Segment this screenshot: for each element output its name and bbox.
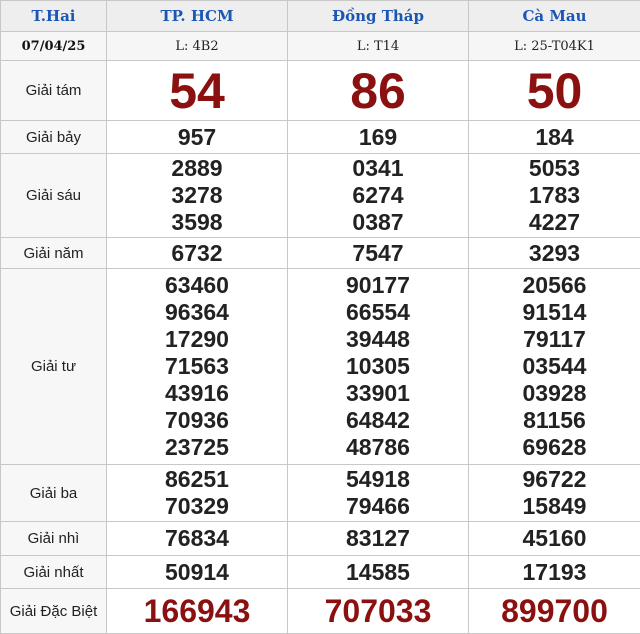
- prize-row-g3: Giải ba 86251 70329 54918 79466 96722 15…: [1, 465, 640, 522]
- prize-value: 76834: [107, 522, 288, 556]
- prize-value: 3278: [107, 182, 287, 209]
- prize-value: 23725: [107, 434, 287, 461]
- province-hcm-link[interactable]: TP. HCM: [107, 1, 288, 32]
- prize-value: 48786: [288, 434, 468, 461]
- prize-value: 79117: [469, 326, 640, 353]
- prize-value: 96722: [469, 466, 640, 493]
- date-cell: 07/04/25: [1, 32, 107, 61]
- prize-value: 0387: [288, 209, 468, 236]
- prize-value: 66554: [288, 299, 468, 326]
- prize-cell: 86251 70329: [107, 465, 288, 522]
- prize-row-special: Giải Đặc Biệt 166943 707033 899700: [1, 589, 640, 634]
- special-prize-value: 166943: [107, 589, 288, 634]
- prize-value: 69628: [469, 434, 640, 461]
- prize-value: 70329: [107, 493, 287, 520]
- prize-value: 6274: [288, 182, 468, 209]
- lottery-results-table: T.Hai TP. HCM Đồng Tháp Cà Mau 07/04/25 …: [0, 0, 640, 634]
- prize-value: 86: [288, 61, 469, 121]
- prize-value: 45160: [469, 522, 640, 556]
- prize-value: 0341: [288, 155, 468, 182]
- prize-label-g6: Giải sáu: [1, 154, 107, 238]
- ticket-code-hcm: L: 4B2: [107, 32, 288, 61]
- prize-value: 71563: [107, 353, 287, 380]
- prize-row-g7: Giải bảy 957 169 184: [1, 121, 640, 154]
- prize-cell: 5053 1783 4227: [469, 154, 640, 238]
- prize-value: 03544: [469, 353, 640, 380]
- special-prize-value: 899700: [469, 589, 640, 634]
- header-row: T.Hai TP. HCM Đồng Tháp Cà Mau: [1, 1, 640, 32]
- prize-label-g4: Giải tư: [1, 269, 107, 465]
- prize-value: 54: [107, 61, 288, 121]
- prize-value: 7547: [288, 238, 469, 269]
- prize-value: 63460: [107, 272, 287, 299]
- prize-value: 83127: [288, 522, 469, 556]
- prize-label-g2: Giải nhì: [1, 522, 107, 556]
- prize-value: 50914: [107, 556, 288, 589]
- prize-row-g1: Giải nhất 50914 14585 17193: [1, 556, 640, 589]
- prize-label-g3: Giải ba: [1, 465, 107, 522]
- prize-value: 54918: [288, 466, 468, 493]
- prize-label-g5: Giải năm: [1, 238, 107, 269]
- prize-cell: 2889 3278 3598: [107, 154, 288, 238]
- prize-value: 70936: [107, 407, 287, 434]
- prize-cell: 54918 79466: [288, 465, 469, 522]
- prize-cell: 90177 66554 39448 10305 33901 64842 4878…: [288, 269, 469, 465]
- prize-value: 64842: [288, 407, 468, 434]
- prize-value: 10305: [288, 353, 468, 380]
- prize-cell: 63460 96364 17290 71563 43916 70936 2372…: [107, 269, 288, 465]
- prize-value: 17193: [469, 556, 640, 589]
- prize-value: 957: [107, 121, 288, 154]
- prize-value: 4227: [469, 209, 640, 236]
- prize-label-g8: Giải tám: [1, 61, 107, 121]
- prize-value: 39448: [288, 326, 468, 353]
- prize-value: 91514: [469, 299, 640, 326]
- prize-cell: 96722 15849: [469, 465, 640, 522]
- prize-value: 17290: [107, 326, 287, 353]
- prize-value: 43916: [107, 380, 287, 407]
- prize-value: 81156: [469, 407, 640, 434]
- prize-value: 184: [469, 121, 640, 154]
- prize-value: 2889: [107, 155, 287, 182]
- prize-value: 15849: [469, 493, 640, 520]
- province-ca-mau-link[interactable]: Cà Mau: [469, 1, 640, 32]
- prize-value: 79466: [288, 493, 468, 520]
- prize-value: 90177: [288, 272, 468, 299]
- prize-value: 33901: [288, 380, 468, 407]
- prize-label-g7: Giải bảy: [1, 121, 107, 154]
- prize-value: 20566: [469, 272, 640, 299]
- prize-row-g5: Giải năm 6732 7547 3293: [1, 238, 640, 269]
- prize-value: 86251: [107, 466, 287, 493]
- prize-cell: 20566 91514 79117 03544 03928 81156 6962…: [469, 269, 640, 465]
- prize-cell: 0341 6274 0387: [288, 154, 469, 238]
- prize-value: 50: [469, 61, 640, 121]
- prize-value: 6732: [107, 238, 288, 269]
- province-dong-thap-link[interactable]: Đồng Tháp: [288, 1, 469, 32]
- prize-row-g8: Giải tám 54 86 50: [1, 61, 640, 121]
- prize-row-g2: Giải nhì 76834 83127 45160: [1, 522, 640, 556]
- special-prize-value: 707033: [288, 589, 469, 634]
- prize-value: 3293: [469, 238, 640, 269]
- prize-value: 03928: [469, 380, 640, 407]
- prize-value: 1783: [469, 182, 640, 209]
- prize-value: 14585: [288, 556, 469, 589]
- prize-label-g1: Giải nhất: [1, 556, 107, 589]
- prize-row-g4: Giải tư 63460 96364 17290 71563 43916 70…: [1, 269, 640, 465]
- weekday-cell: T.Hai: [1, 1, 107, 32]
- ticket-code-ca-mau: L: 25-T04K1: [469, 32, 640, 61]
- ticket-code-dong-thap: L: T14: [288, 32, 469, 61]
- prize-value: 96364: [107, 299, 287, 326]
- prize-row-g6: Giải sáu 2889 3278 3598 0341 6274 0387 5…: [1, 154, 640, 238]
- prize-label-special: Giải Đặc Biệt: [1, 589, 107, 634]
- prize-value: 169: [288, 121, 469, 154]
- date-row: 07/04/25 L: 4B2 L: T14 L: 25-T04K1: [1, 32, 640, 61]
- prize-value: 3598: [107, 209, 287, 236]
- prize-value: 5053: [469, 155, 640, 182]
